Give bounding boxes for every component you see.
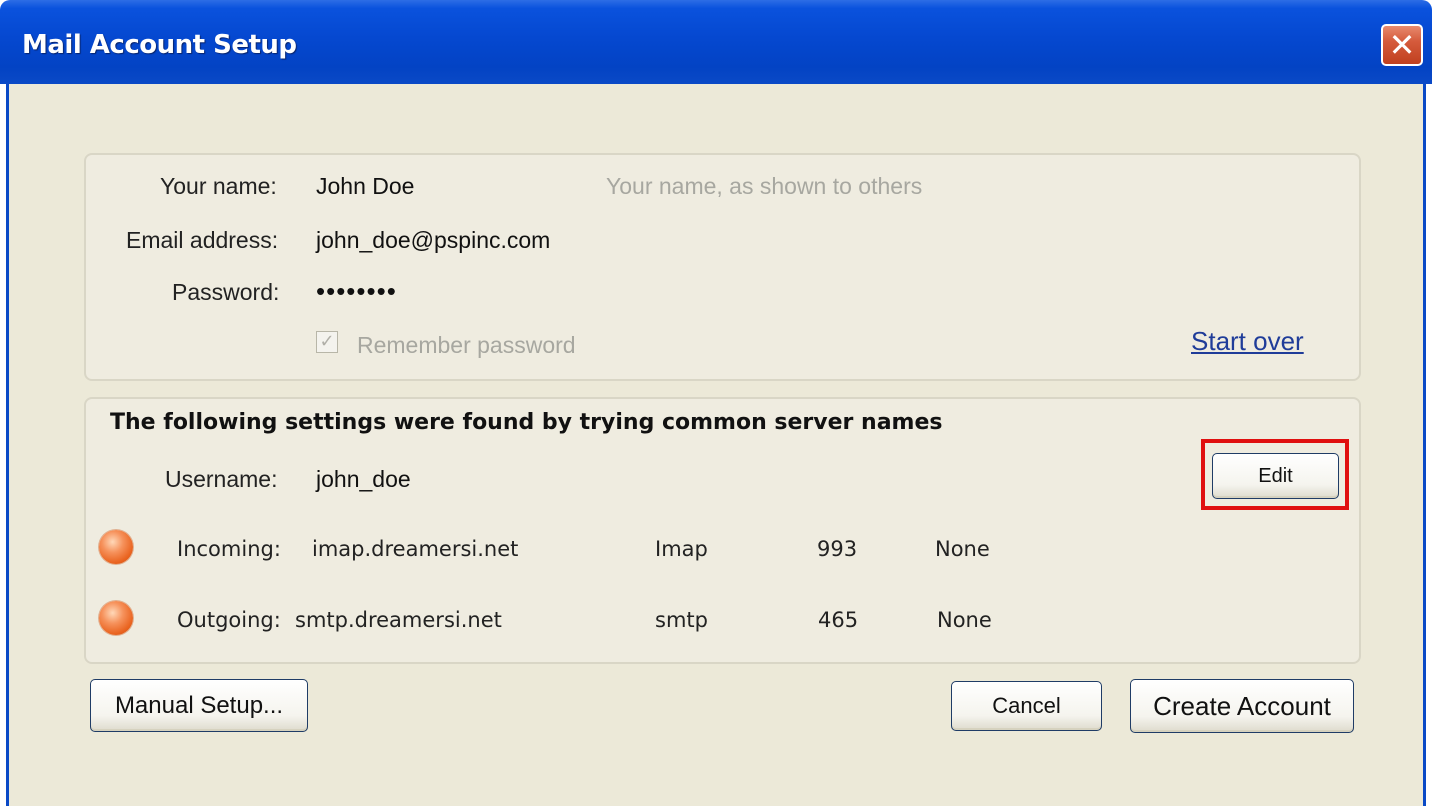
edit-button-label: Edit xyxy=(1258,464,1293,487)
settings-heading: The following settings were found by try… xyxy=(110,410,943,435)
start-over-link[interactable]: Start over xyxy=(1191,326,1304,357)
incoming-protocol[interactable]: Imap xyxy=(655,537,708,561)
dialog-title: Mail Account Setup xyxy=(22,30,297,60)
name-hint: Your name, as shown to others xyxy=(606,173,923,199)
checkmark-icon: ✓ xyxy=(319,331,335,352)
outgoing-security[interactable]: None xyxy=(937,608,992,632)
cancel-button[interactable]: Cancel xyxy=(951,681,1102,731)
incoming-label: Incoming: xyxy=(177,537,281,561)
incoming-host[interactable]: imap.dreamersi.net xyxy=(312,537,518,561)
create-account-label: Create Account xyxy=(1153,690,1331,721)
remember-password-label: Remember password xyxy=(357,332,576,358)
username-label: Username: xyxy=(165,466,278,492)
incoming-status-icon xyxy=(99,530,133,564)
outgoing-label: Outgoing: xyxy=(177,608,281,632)
email-label: Email address: xyxy=(126,227,279,253)
close-icon: ✕ xyxy=(1388,26,1416,64)
email-field[interactable]: john_doe@pspinc.com xyxy=(316,227,550,254)
title-bar[interactable]: Mail Account Setup ✕ xyxy=(0,0,1432,84)
password-label: Password: xyxy=(172,279,280,305)
outgoing-protocol[interactable]: smtp xyxy=(655,608,708,632)
mail-account-setup-dialog: Mail Account Setup ✕ Your name: John Doe… xyxy=(0,0,1432,806)
close-button[interactable]: ✕ xyxy=(1381,24,1423,66)
name-field[interactable]: John Doe xyxy=(316,173,414,200)
password-field[interactable]: •••••••• xyxy=(316,276,397,307)
manual-setup-button[interactable]: Manual Setup... xyxy=(90,679,308,732)
remember-password-checkbox[interactable]: ✓ xyxy=(316,331,338,353)
outgoing-status-icon xyxy=(99,601,133,635)
create-account-button[interactable]: Create Account xyxy=(1130,679,1354,733)
incoming-port[interactable]: 993 xyxy=(817,537,857,561)
outgoing-port[interactable]: 465 xyxy=(818,608,858,632)
cancel-label: Cancel xyxy=(992,693,1061,718)
incoming-security[interactable]: None xyxy=(935,537,990,561)
outgoing-host[interactable]: smtp.dreamersi.net xyxy=(295,608,502,632)
edit-button[interactable]: Edit xyxy=(1212,453,1339,499)
manual-setup-label: Manual Setup... xyxy=(114,691,284,719)
name-label: Your name: xyxy=(160,173,277,199)
username-field[interactable]: john_doe xyxy=(316,466,411,493)
